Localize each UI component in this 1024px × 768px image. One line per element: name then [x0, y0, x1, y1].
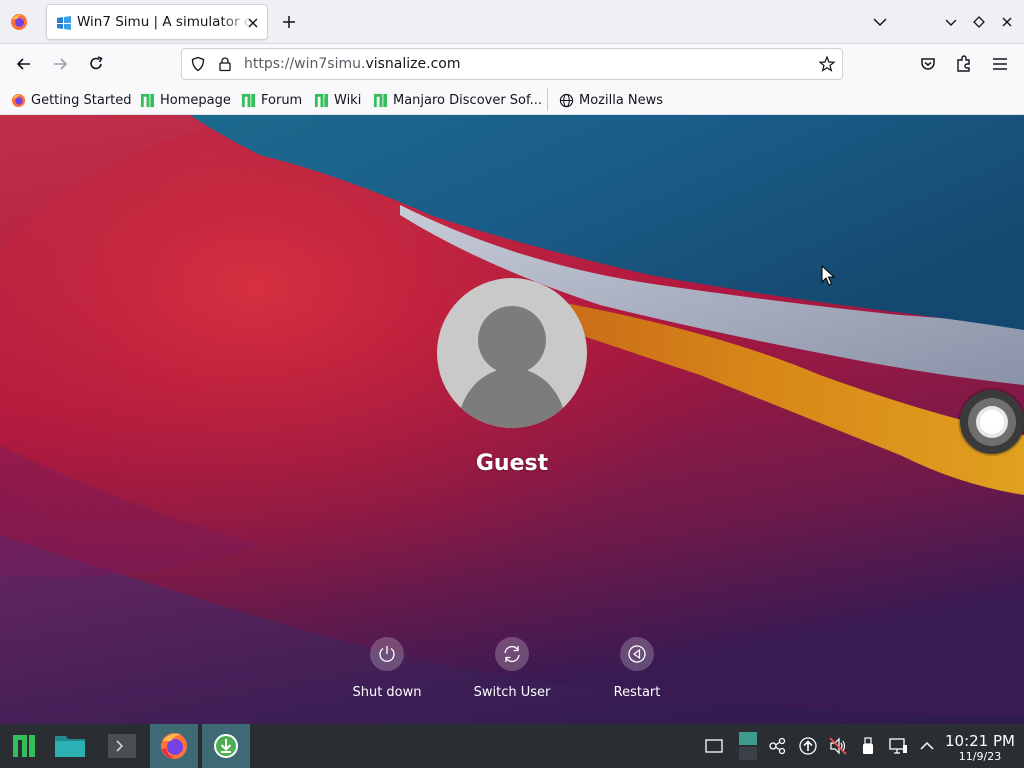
address-bar[interactable]: https://win7simu.visnalize.com	[181, 48, 843, 80]
shut-down-button[interactable]: Shut down	[332, 637, 442, 700]
workspace-pager-icon[interactable]	[738, 730, 758, 762]
clock-time[interactable]: 10:21 PM	[940, 732, 1020, 750]
manjaro-icon	[373, 93, 388, 107]
manjaro-menu-button[interactable]	[0, 724, 48, 768]
restart-button[interactable]: Restart	[582, 637, 692, 700]
show-desktop-icon[interactable]	[704, 736, 724, 756]
user-avatar[interactable]	[437, 278, 587, 428]
extensions-icon[interactable]	[954, 54, 974, 74]
globe-icon	[559, 93, 574, 107]
back-arrow-icon[interactable]	[14, 54, 34, 74]
tab-win7simu[interactable]: Win7 Simu | A simulator of Windows 7	[46, 4, 268, 40]
terminal-button[interactable]	[98, 724, 146, 768]
manjaro-icon	[314, 93, 329, 107]
firefox-icon	[11, 93, 26, 107]
hamburger-menu-icon[interactable]	[990, 54, 1010, 74]
bookmark-separator	[547, 88, 548, 111]
shield-icon[interactable]	[190, 56, 206, 72]
floating-assistive-button[interactable]	[960, 390, 1024, 454]
page-viewport: Guest Shut down Switch User Restart	[0, 115, 1024, 724]
switch-user-circle[interactable]	[495, 637, 529, 671]
bookmark-label: Mozilla News	[579, 92, 664, 108]
firefox-icon	[161, 733, 187, 759]
bookmarks-toolbar: Getting Started Homepage Forum Wiki Manj…	[0, 84, 1024, 115]
download-icon	[214, 734, 238, 758]
lock-icon[interactable]	[217, 56, 233, 72]
download-manager-button[interactable]	[202, 724, 250, 768]
network-share-icon[interactable]	[768, 736, 788, 756]
manjaro-icon	[140, 93, 155, 107]
url-text[interactable]: https://win7simu.visnalize.com	[244, 56, 460, 72]
firefox-taskbar-button[interactable]	[150, 724, 198, 768]
bookmark-getting-started[interactable]: Getting Started	[11, 91, 132, 109]
bookmark-forum[interactable]: Forum	[241, 91, 302, 109]
switch-user-button[interactable]: Switch User	[457, 637, 567, 700]
manjaro-logo-icon	[13, 735, 35, 757]
user-silhouette-icon	[458, 306, 566, 428]
bookmark-mozilla-news[interactable]: Mozilla News	[559, 91, 663, 109]
tray-expand-icon[interactable]	[917, 736, 937, 756]
pocket-icon[interactable]	[918, 54, 938, 74]
bookmark-label: Wiki	[334, 92, 362, 108]
close-tab-icon[interactable]	[245, 15, 261, 31]
bookmark-label: Homepage	[160, 92, 231, 108]
username-label: Guest	[475, 451, 549, 476]
update-icon[interactable]	[798, 736, 818, 756]
bookmark-manjaro-discover[interactable]: Manjaro Discover Sof...	[373, 91, 542, 109]
power-button-circle[interactable]	[370, 637, 404, 671]
shut-down-label: Shut down	[352, 685, 422, 700]
close-window-icon[interactable]	[998, 13, 1016, 31]
network-wired-icon[interactable]	[888, 736, 908, 756]
power-icon	[379, 646, 395, 662]
win7simu-favicon-icon	[57, 16, 71, 30]
volume-muted-icon[interactable]	[828, 736, 848, 756]
restart-label: Restart	[613, 685, 661, 700]
minimize-icon[interactable]	[942, 13, 960, 31]
url-host: visnalize.com	[365, 56, 461, 72]
file-manager-button[interactable]	[46, 724, 94, 768]
reload-icon[interactable]	[86, 54, 106, 74]
bookmark-label: Forum	[261, 92, 303, 108]
bookmark-wiki[interactable]: Wiki	[314, 91, 361, 109]
switch-user-label: Switch User	[473, 685, 551, 700]
refresh-icon	[504, 645, 520, 663]
bookmark-label: Manjaro Discover Sof...	[393, 92, 543, 108]
tab-title: Win7 Simu | A simulator of Windows 7	[77, 14, 253, 30]
url-prefix: https://win7simu.	[244, 56, 366, 72]
navigation-toolbar: https://win7simu.visnalize.com	[0, 44, 1024, 84]
bookmark-label: Getting Started	[31, 92, 132, 108]
back-icon	[628, 645, 646, 663]
bookmark-homepage[interactable]: Homepage	[140, 91, 231, 109]
forward-arrow-icon[interactable]	[50, 54, 70, 74]
usb-device-icon[interactable]	[858, 736, 878, 756]
manjaro-icon	[241, 93, 256, 107]
list-all-tabs-icon[interactable]	[871, 13, 889, 31]
terminal-icon	[108, 734, 136, 758]
clock-date[interactable]: 11/9/23	[940, 750, 1020, 763]
maximize-icon[interactable]	[970, 13, 988, 31]
new-tab-icon[interactable]	[280, 13, 298, 31]
folder-icon	[55, 736, 85, 757]
taskbar: 10:21 PM 11/9/23	[0, 724, 1024, 768]
tab-bar: Win7 Simu | A simulator of Windows 7	[0, 0, 1024, 44]
firefox-view-icon[interactable]	[10, 13, 28, 31]
bookmark-star-icon[interactable]	[818, 55, 836, 73]
restart-circle[interactable]	[620, 637, 654, 671]
mouse-cursor-icon	[821, 265, 835, 286]
